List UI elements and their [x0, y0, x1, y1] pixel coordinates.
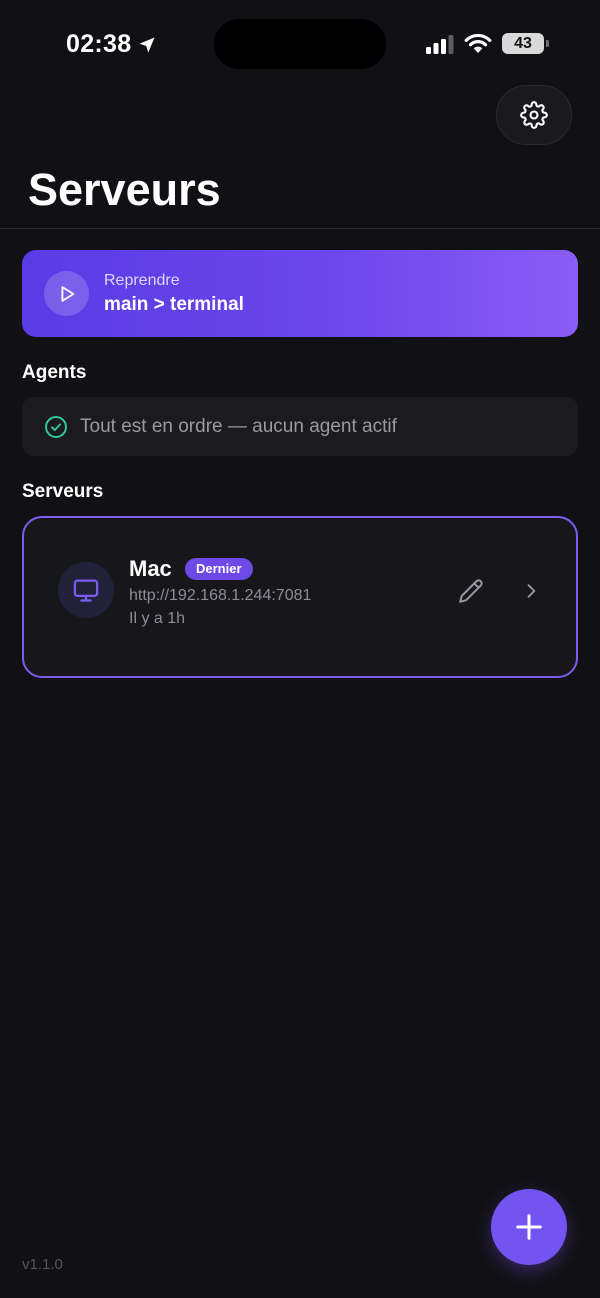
server-url: http://192.168.1.244:7081 — [129, 587, 312, 604]
check-circle-icon — [45, 415, 67, 438]
status-time: 02:38 — [66, 30, 157, 59]
settings-button[interactable] — [496, 85, 572, 145]
app-screen: 02:38 43 Serveurs Reprendre main > termi… — [0, 0, 600, 1298]
wifi-icon — [464, 33, 492, 53]
cellular-signal-icon — [426, 34, 454, 54]
server-card[interactable]: Mac Dernier http://192.168.1.244:7081 Il… — [22, 516, 578, 678]
header-divider — [0, 228, 600, 229]
agents-heading: Agents — [22, 362, 87, 383]
status-time-text: 02:38 — [66, 30, 132, 58]
chevron-right-icon — [527, 584, 536, 598]
system-icons: 43 — [426, 33, 549, 54]
open-server-button[interactable] — [516, 576, 546, 606]
add-server-button[interactable] — [491, 1189, 567, 1265]
dynamic-island — [214, 19, 386, 69]
battery-indicator: 43 — [502, 33, 549, 54]
resume-session-card[interactable]: Reprendre main > terminal — [22, 250, 578, 337]
server-name: Mac — [129, 556, 172, 581]
resume-title: main > terminal — [104, 294, 244, 315]
edit-server-button[interactable] — [454, 574, 488, 608]
agents-status-text: Tout est en ordre — aucun agent actif — [80, 415, 397, 437]
server-badge: Dernier — [185, 558, 253, 580]
status-bar: 02:38 43 — [0, 0, 600, 90]
resume-play-button — [44, 271, 89, 316]
play-icon — [61, 285, 74, 302]
resume-kicker: Reprendre — [104, 272, 180, 289]
servers-heading: Serveurs — [22, 481, 104, 502]
gear-icon — [520, 101, 548, 129]
server-avatar — [58, 562, 114, 618]
battery-level: 43 — [514, 34, 532, 52]
server-last-seen: Il y a 1h — [129, 610, 186, 627]
page-title: Serveurs — [28, 164, 221, 215]
agents-status-card: Tout est en ordre — aucun agent actif — [22, 397, 578, 456]
location-arrow-icon — [139, 37, 155, 52]
plus-icon — [516, 1214, 542, 1240]
app-version: v1.1.0 — [22, 1256, 63, 1273]
pencil-icon — [459, 579, 483, 603]
monitor-icon — [73, 579, 99, 602]
